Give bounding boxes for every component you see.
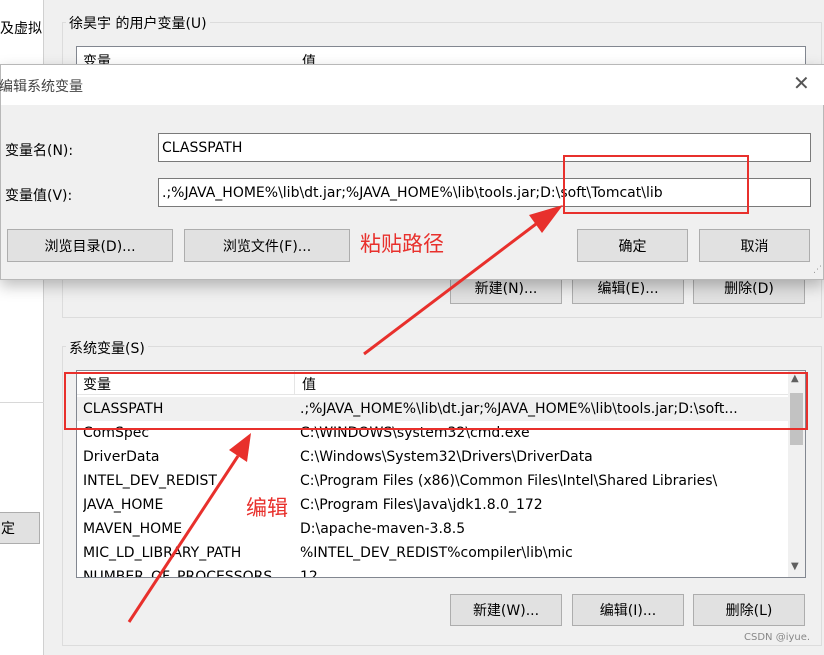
row-value: C:\Program Files (x86)\Common Files\Inte… — [300, 473, 718, 489]
browse-dir-button[interactable]: 浏览目录(D)... — [7, 229, 173, 262]
user-edit-label: 编辑(E)... — [597, 281, 659, 297]
var-value-label: 变量值(V): — [5, 188, 73, 204]
table-row[interactable]: DriverData C:\Windows\System32\Drivers\D… — [77, 445, 789, 469]
row-name: NUMBER_OF_PROCESSORS — [83, 569, 273, 578]
ok-button[interactable]: 确定 — [577, 229, 688, 262]
dialog-title: 编辑系统变量 — [0, 79, 83, 95]
sys-new-button[interactable]: 新建(W)... — [450, 594, 562, 626]
watermark: CSDN @iyue. — [744, 632, 811, 643]
left-window-title: 及虚拟 — [0, 21, 42, 37]
sys-delete-button[interactable]: 删除(L) — [693, 594, 805, 626]
close-icon[interactable]: ✕ — [793, 71, 810, 95]
user-new-label: 新建(N)... — [474, 281, 538, 297]
sys-new-label: 新建(W)... — [472, 603, 540, 619]
dialog-titlebar[interactable]: 编辑系统变量 ✕ — [0, 65, 824, 105]
sys-delete-label: 删除(L) — [725, 603, 773, 619]
left-window-ok-label: 定 — [1, 521, 15, 537]
table-row[interactable]: JAVA_HOME C:\Program Files\Java\jdk1.8.0… — [77, 493, 789, 517]
annotation-paste-path: 粘贴路径 — [360, 232, 444, 256]
left-window-ok-button[interactable]: 定 — [0, 512, 40, 544]
row-value: C:\Program Files\Java\jdk1.8.0_172 — [300, 497, 543, 513]
user-vars-label: 徐昊宇 的用户变量(U) — [66, 13, 210, 33]
sys-vars-label: 系统变量(S) — [66, 338, 148, 358]
row-name: DriverData — [83, 449, 160, 465]
cancel-label: 取消 — [740, 238, 769, 255]
ok-label: 确定 — [618, 238, 647, 255]
row-value: %INTEL_DEV_REDIST%compiler\lib\mic — [300, 545, 573, 561]
sys-edit-label: 编辑(I)... — [599, 603, 657, 619]
row-name: MIC_LD_LIBRARY_PATH — [83, 545, 242, 561]
sys-edit-button[interactable]: 编辑(I)... — [572, 594, 684, 626]
table-row[interactable]: INTEL_DEV_REDIST C:\Program Files (x86)\… — [77, 469, 789, 493]
annotation-highlight-box-row — [64, 372, 808, 430]
row-name: INTEL_DEV_REDIST — [83, 473, 217, 489]
user-delete-label: 删除(D) — [724, 281, 774, 297]
left-window-separator — [0, 402, 44, 403]
annotation-highlight-box-path — [563, 155, 749, 214]
annotation-edit: 编辑 — [246, 496, 288, 520]
browse-file-label: 浏览文件(F)... — [222, 238, 312, 255]
browse-file-button[interactable]: 浏览文件(F)... — [184, 229, 350, 262]
table-row[interactable]: NUMBER_OF_PROCESSORS 12 — [77, 565, 789, 578]
row-value: C:\Windows\System32\Drivers\DriverData — [300, 449, 593, 465]
table-row[interactable]: MIC_LD_LIBRARY_PATH %INTEL_DEV_REDIST%co… — [77, 541, 789, 565]
cancel-button[interactable]: 取消 — [699, 229, 810, 262]
row-value: D:\apache-maven-3.8.5 — [300, 521, 466, 537]
row-name: MAVEN_HOME — [83, 521, 183, 537]
resize-grip-icon[interactable]: ⋰ — [813, 265, 822, 275]
table-row[interactable]: MAVEN_HOME D:\apache-maven-3.8.5 — [77, 517, 789, 541]
row-value: 12 — [300, 569, 318, 578]
scroll-down-icon[interactable]: ▼ — [791, 561, 799, 572]
var-name-value: CLASSPATH — [162, 139, 243, 156]
var-name-label: 变量名(N): — [5, 143, 74, 159]
browse-dir-label: 浏览目录(D)... — [44, 238, 136, 255]
